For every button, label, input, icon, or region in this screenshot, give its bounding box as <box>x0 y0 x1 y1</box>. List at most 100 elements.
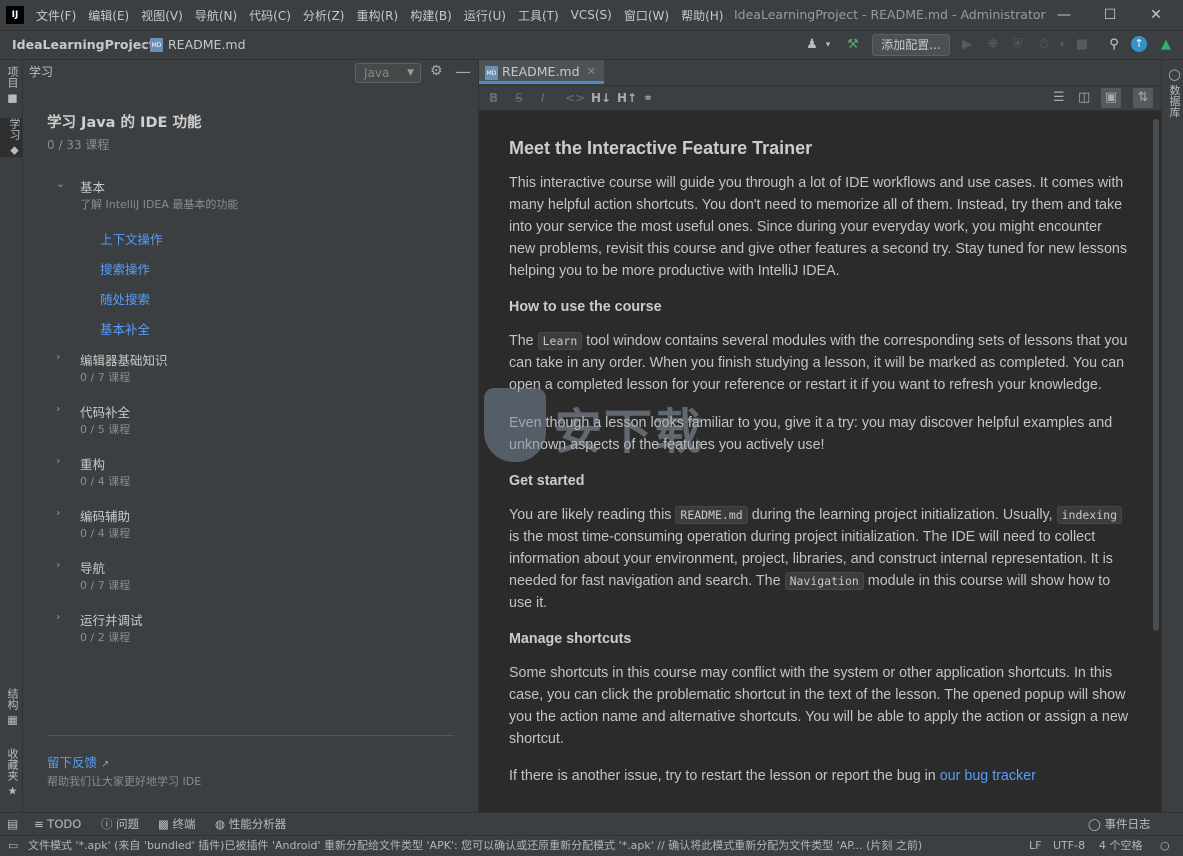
inline-code: README.md <box>675 506 748 524</box>
hide-panel-icon[interactable]: — <box>455 60 471 84</box>
doc-heading: How to use the course <box>509 299 662 315</box>
breadcrumb-project[interactable]: IdeaLearningProject <box>12 31 155 59</box>
update-icon[interactable]: ↑ <box>1131 36 1147 52</box>
minimize-button[interactable]: — <box>1041 0 1087 30</box>
header-up-button[interactable]: H↑ <box>617 86 637 110</box>
window-title: IdeaLearningProject - README.md - Admini… <box>734 7 1046 22</box>
chevron-down-icon[interactable]: ▾ <box>1052 35 1072 55</box>
menu-build[interactable]: 构建(B) <box>404 7 458 24</box>
main-menu: 文件(F) 编辑(E) 视图(V) 导航(N) 代码(C) 分析(Z) 重构(R… <box>30 0 729 30</box>
menu-navigate[interactable]: 导航(N) <box>189 7 243 24</box>
event-log-icon: ◯ <box>1088 817 1101 831</box>
toggle-tool-windows-icon[interactable]: ▤ <box>7 813 18 835</box>
learn-panel-title: 学习 <box>29 65 54 79</box>
lesson-link[interactable]: 上下文操作 <box>100 229 163 248</box>
toggle-layout-icon[interactable]: ⇅ <box>1133 88 1153 108</box>
project-tool-button[interactable]: 项目 ■ <box>4 66 20 105</box>
encoding-indicator[interactable]: UTF-8 <box>1053 836 1085 856</box>
chevron-down-icon: ⌄ <box>56 177 66 190</box>
inline-code: Navigation <box>784 572 864 590</box>
menu-run[interactable]: 运行(U) <box>458 7 512 24</box>
menu-vcs[interactable]: VCS(S) <box>565 8 618 22</box>
menu-edit[interactable]: 编辑(E) <box>82 7 135 24</box>
lesson-link[interactable]: 搜索操作 <box>100 259 150 278</box>
editor-tab-bar: MD README.md ✕ <box>479 60 1161 86</box>
database-tool-button[interactable]: ◯ 数据库 <box>1166 68 1182 118</box>
editor-only-icon[interactable]: ☰ <box>1053 86 1065 110</box>
markdown-file-icon: MD <box>485 65 498 80</box>
indent-indicator[interactable]: 4 个空格 <box>1099 836 1143 856</box>
chevron-right-icon: › <box>56 506 61 519</box>
lock-icon[interactable]: ○ <box>1160 836 1170 856</box>
breadcrumb-file[interactable]: README.md <box>168 31 246 59</box>
debug-icon[interactable]: ❋ <box>983 35 1003 55</box>
run-icon[interactable]: ▶ <box>957 35 977 55</box>
breadcrumb-separator-icon: › <box>140 38 145 52</box>
tab-readme[interactable]: MD README.md ✕ <box>479 60 604 84</box>
menu-help[interactable]: 帮助(H) <box>675 7 729 24</box>
chevron-right-icon: › <box>56 558 61 571</box>
strikethrough-button[interactable]: S <box>515 86 523 110</box>
tool-window-bar: ▤ ≡ TODO ⓘ 问题 ▩ 终端 ◍ 性能分析器 ◯ 事件日志 <box>0 812 1183 835</box>
lesson-link[interactable]: 随处搜索 <box>100 289 150 308</box>
gear-icon[interactable]: ⚙ <box>430 63 443 79</box>
structure-tool-button[interactable]: 结构 ▦ <box>4 688 20 727</box>
chevron-down-icon[interactable]: ▾ <box>818 35 838 55</box>
favorites-tool-button[interactable]: 收藏夹 ★ <box>4 748 20 798</box>
learn-tool-button[interactable]: 学习 ◆ <box>0 118 22 157</box>
feedback-link[interactable]: 留下反馈 ↗ <box>47 752 109 771</box>
profile-icon[interactable]: ⏱ <box>1034 35 1054 55</box>
lesson-link[interactable]: 基本补全 <box>100 319 150 338</box>
vertical-scrollbar[interactable] <box>1153 119 1159 631</box>
line-separator-indicator[interactable]: LF <box>1029 836 1041 856</box>
profiler-tool-button[interactable]: ◍ 性能分析器 <box>215 813 286 835</box>
split-view-icon[interactable]: ◫ <box>1078 86 1090 110</box>
language-select[interactable]: Java ▼ <box>355 63 421 83</box>
italic-button[interactable]: I <box>541 86 545 110</box>
search-icon[interactable]: ⚲ <box>1104 35 1124 55</box>
intellij-logo-icon[interactable]: IJ <box>6 6 24 24</box>
folder-icon: ■ <box>6 91 19 105</box>
menu-view[interactable]: 视图(V) <box>135 7 189 24</box>
menu-file[interactable]: 文件(F) <box>30 7 82 24</box>
inline-code: Learn <box>537 332 583 350</box>
maximize-button[interactable]: ☐ <box>1087 0 1133 30</box>
menu-refactor[interactable]: 重构(R) <box>351 7 405 24</box>
chevron-right-icon: › <box>56 402 61 415</box>
status-message[interactable]: 文件模式 '*.apk' (来自 'bundled' 插件)已被插件 'Andr… <box>28 836 1008 856</box>
learn-panel: 学习 Java ▼ ⚙ — 学习 Java 的 IDE 功能 0 / 33 课程… <box>23 60 479 812</box>
status-bar: ▭ 文件模式 '*.apk' (来自 'bundled' 插件)已被插件 'An… <box>0 835 1183 856</box>
preview-only-icon[interactable]: ▣ <box>1101 88 1121 108</box>
close-button[interactable]: ✕ <box>1133 0 1179 30</box>
problems-tool-button[interactable]: ⓘ 问题 <box>101 813 139 835</box>
menu-code[interactable]: 代码(C) <box>243 7 297 24</box>
star-icon: ★ <box>6 784 19 798</box>
doc-paragraph: You are likely reading this README.md du… <box>509 504 1129 614</box>
menu-tools[interactable]: 工具(T) <box>512 7 565 24</box>
watermark-text: 安下载 <box>554 404 705 460</box>
doc-heading: Manage shortcuts <box>509 631 632 647</box>
menu-analyze[interactable]: 分析(Z) <box>297 7 351 24</box>
terminal-tool-button[interactable]: ▩ 终端 <box>158 813 196 835</box>
markdown-file-icon: MD <box>150 38 163 52</box>
stop-icon[interactable]: ■ <box>1072 35 1092 55</box>
build-hammer-icon[interactable]: ⚒ <box>843 35 863 55</box>
jetbrains-toolbox-icon[interactable]: ▲ <box>1156 35 1176 55</box>
header-down-button[interactable]: H↓ <box>591 86 611 110</box>
close-tab-icon[interactable]: ✕ <box>587 60 596 84</box>
add-configuration-button[interactable]: 添加配置... <box>872 34 950 56</box>
todo-tool-button[interactable]: ≡ TODO <box>34 813 81 835</box>
bold-button[interactable]: B <box>489 86 498 110</box>
left-tool-stripe: 项目 ■ 学习 ◆ 结构 ▦ 收藏夹 ★ <box>0 60 23 812</box>
code-button[interactable]: <> <box>565 86 585 110</box>
doc-paragraph: This interactive course will guide you t… <box>509 175 1127 279</box>
link-icon[interactable]: ⚭ <box>643 86 653 110</box>
event-log-tool-button[interactable]: ◯ 事件日志 <box>1088 813 1151 835</box>
divider <box>47 735 454 736</box>
menu-window[interactable]: 窗口(W) <box>618 7 675 24</box>
bug-tracker-link[interactable]: our bug tracker <box>940 768 1036 784</box>
coverage-icon[interactable]: ⛨ <box>1008 35 1028 55</box>
database-icon: ◯ <box>1168 68 1181 81</box>
status-toggle-icon[interactable]: ▭ <box>8 836 18 856</box>
chevron-right-icon: › <box>56 454 61 467</box>
